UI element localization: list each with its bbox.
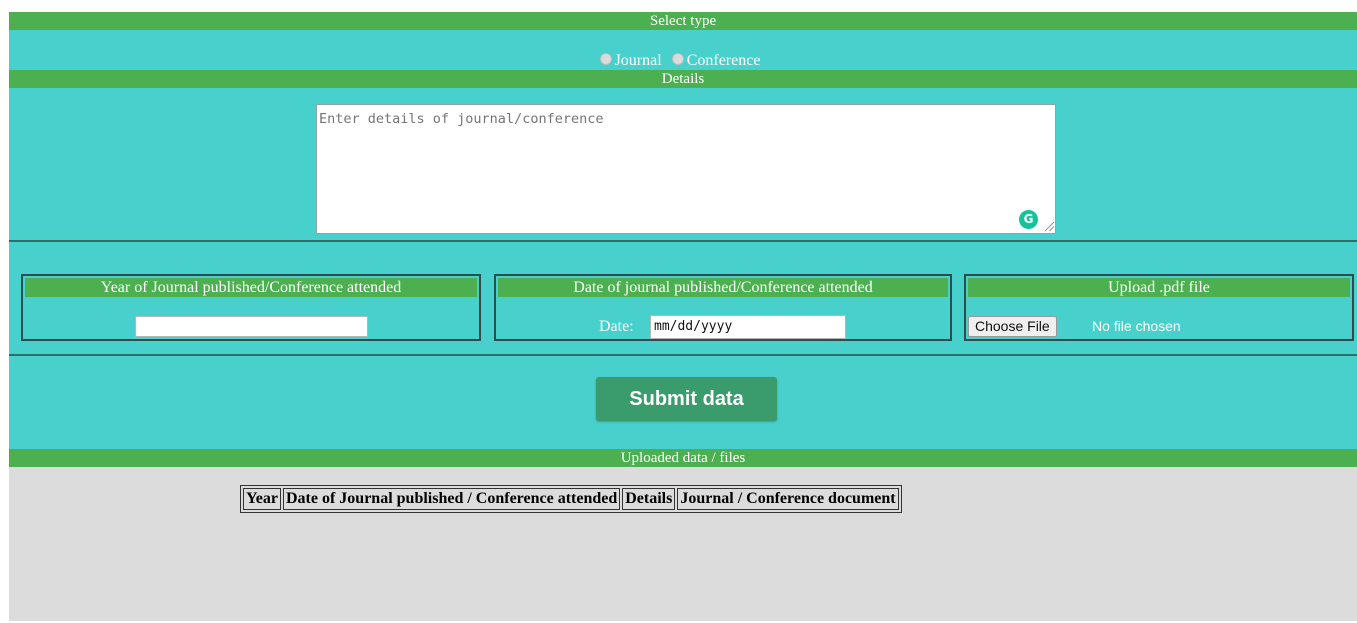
column-header-details: Details (622, 488, 676, 510)
page: Select type Journal Conference Details G… (9, 12, 1357, 623)
year-field-box: Year of Journal published/Conference att… (21, 274, 481, 341)
submit-section: Submit data (9, 356, 1357, 449)
journal-radio-label[interactable]: Journal (615, 52, 662, 69)
submit-data-button[interactable]: Submit data (596, 377, 777, 421)
radio-group: Journal Conference (9, 52, 1357, 70)
details-textarea[interactable] (316, 104, 1056, 234)
table-header-row: Year Date of Journal published / Confere… (243, 488, 899, 510)
date-field-header: Date of journal published/Conference att… (498, 278, 948, 297)
uploaded-data-header: Uploaded data / files (9, 449, 1357, 467)
uploaded-data-table: Year Date of Journal published / Confere… (240, 485, 902, 513)
date-input[interactable]: mm/dd/yyyy (650, 315, 846, 339)
column-header-date: Date of Journal published / Conference a… (282, 488, 621, 510)
year-input[interactable] (135, 316, 368, 337)
upload-field-header: Upload .pdf file (968, 278, 1350, 297)
fields-section: Year of Journal published/Conference att… (9, 242, 1357, 356)
select-type-header: Select type (9, 12, 1357, 30)
column-header-year: Year (243, 488, 281, 510)
uploaded-data-section: Year Date of Journal published / Confere… (9, 467, 1357, 621)
year-field-header: Year of Journal published/Conference att… (25, 278, 477, 297)
resize-handle-icon[interactable] (1045, 222, 1054, 231)
choose-file-button[interactable]: Choose File (968, 316, 1057, 337)
date-label: Date: (599, 318, 634, 335)
upload-field-box: Upload .pdf file Choose File No file cho… (964, 274, 1354, 341)
journal-radio[interactable] (599, 53, 612, 65)
grammarly-icon[interactable]: G (1019, 210, 1038, 229)
column-header-document: Journal / Conference document (677, 488, 899, 510)
type-selector: Journal Conference (9, 30, 1357, 70)
conference-radio[interactable] (671, 53, 684, 65)
date-field-box: Date of journal published/Conference att… (494, 274, 952, 341)
details-header: Details (9, 70, 1357, 88)
file-status-text: No file chosen (1092, 318, 1181, 334)
details-section: G (9, 88, 1357, 242)
conference-radio-label[interactable]: Conference (687, 52, 761, 69)
